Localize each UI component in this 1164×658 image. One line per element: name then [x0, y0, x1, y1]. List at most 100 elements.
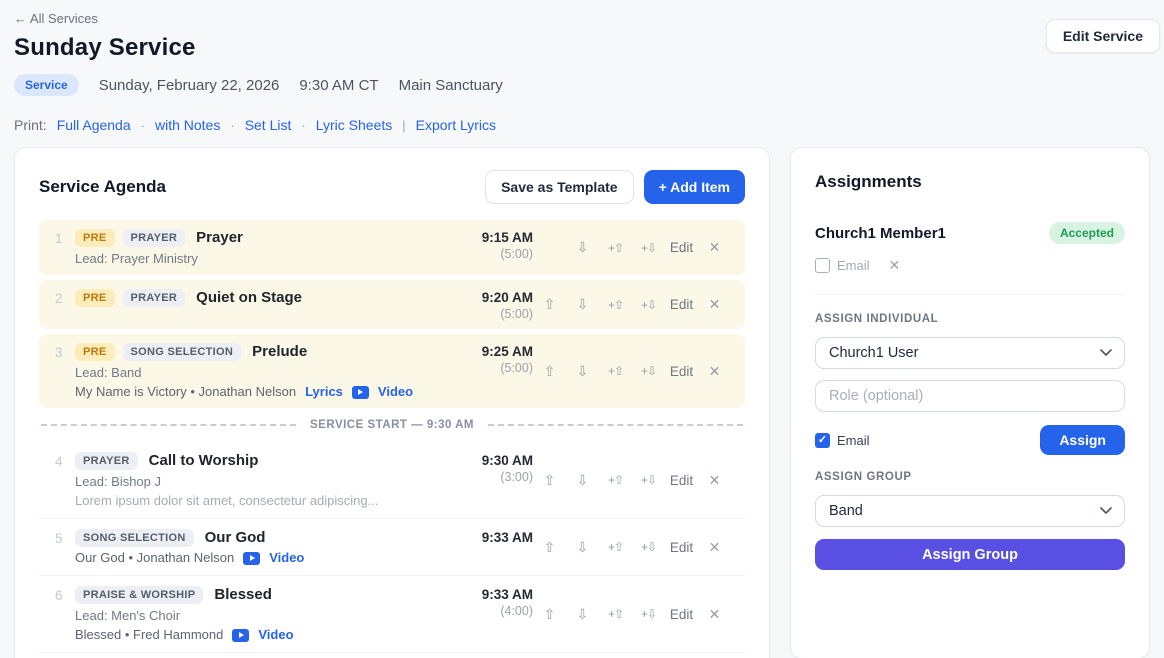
- video-link[interactable]: Video: [258, 627, 293, 643]
- remove-item-button[interactable]: ✕: [698, 363, 731, 380]
- print-label: Print:: [14, 117, 47, 133]
- save-as-template-button[interactable]: Save as Template: [485, 170, 633, 204]
- item-duration: (3:00): [459, 470, 533, 484]
- email-checkbox-row[interactable]: ✓ Email: [815, 433, 870, 448]
- move-down-button[interactable]: ⇩: [566, 239, 599, 256]
- member-email-checkbox[interactable]: [815, 258, 830, 273]
- move-down-button[interactable]: ⇩: [566, 472, 599, 489]
- item-lead: Lead: Bishop J: [75, 474, 459, 490]
- move-down-button[interactable]: ⇩: [566, 296, 599, 313]
- edit-item-button[interactable]: Edit: [665, 297, 698, 312]
- item-number: 6: [49, 585, 75, 643]
- edit-item-button[interactable]: Edit: [665, 540, 698, 555]
- agenda-item-call-to-worship: 4 PRAYER Call to Worship Lead: Bishop J …: [39, 442, 745, 518]
- add-below-button[interactable]: +⇩: [632, 607, 665, 621]
- add-item-button[interactable]: + Add Item: [644, 170, 745, 204]
- item-time: 9:15 AM: [459, 230, 533, 245]
- add-above-button[interactable]: +⇧: [599, 364, 632, 378]
- page-title: Sunday Service: [14, 34, 1150, 62]
- assignment-member-row: Church1 Member1 Accepted: [815, 222, 1125, 244]
- item-number: 3: [49, 342, 75, 400]
- category-badge: SONG SELECTION: [123, 343, 242, 361]
- item-number: 5: [49, 528, 75, 566]
- add-below-button[interactable]: +⇩: [632, 298, 665, 312]
- service-start-divider: SERVICE START — 9:30 AM: [41, 418, 743, 432]
- remove-item-button[interactable]: ✕: [698, 239, 731, 256]
- pre-badge: PRE: [75, 289, 115, 307]
- service-location: Main Sanctuary: [399, 77, 503, 94]
- move-up-button[interactable]: ⇧: [533, 296, 566, 313]
- pipe-separator: |: [402, 118, 405, 133]
- print-with-notes-link[interactable]: with Notes: [155, 117, 220, 133]
- move-up-button[interactable]: ⇧: [533, 363, 566, 380]
- item-title: Our God: [205, 529, 266, 546]
- item-time: 9:33 AM: [459, 587, 533, 602]
- item-duration: (4:00): [459, 604, 533, 618]
- item-duration: (5:00): [459, 307, 533, 321]
- edit-item-button[interactable]: Edit: [665, 240, 698, 255]
- item-number: 2: [49, 288, 75, 321]
- item-title: Prelude: [252, 343, 307, 360]
- add-below-button[interactable]: +⇩: [632, 241, 665, 255]
- print-lyric-sheets-link[interactable]: Lyric Sheets: [316, 117, 393, 133]
- edit-item-button[interactable]: Edit: [665, 473, 698, 488]
- move-up-button[interactable]: ⇧: [533, 539, 566, 556]
- lyrics-link[interactable]: Lyrics: [305, 384, 343, 400]
- group-select[interactable]: Band: [815, 495, 1125, 527]
- pre-badge: PRE: [75, 229, 115, 247]
- agenda-item-prelude: 3 PRE SONG SELECTION Prelude Lead: Band …: [39, 334, 745, 408]
- group-select-value: Band: [829, 503, 863, 519]
- remove-item-button[interactable]: ✕: [698, 472, 731, 489]
- add-above-button[interactable]: +⇧: [599, 298, 632, 312]
- email-checkbox[interactable]: ✓: [815, 433, 830, 448]
- dot-separator: ·: [301, 118, 305, 133]
- edit-item-button[interactable]: Edit: [665, 364, 698, 379]
- add-above-button[interactable]: +⇧: [599, 241, 632, 255]
- assign-individual-label: ASSIGN INDIVIDUAL: [815, 313, 1125, 325]
- move-down-button[interactable]: ⇩: [566, 363, 599, 380]
- video-link[interactable]: Video: [269, 550, 304, 566]
- service-agenda-card: Service Agenda Save as Template + Add It…: [14, 147, 770, 658]
- assign-button[interactable]: Assign: [1040, 425, 1125, 455]
- item-lead: Lead: Band: [75, 365, 459, 381]
- remove-item-button[interactable]: ✕: [698, 296, 731, 313]
- play-icon: [352, 386, 369, 399]
- add-below-button[interactable]: +⇩: [632, 540, 665, 554]
- print-set-list-link[interactable]: Set List: [245, 117, 292, 133]
- back-link[interactable]: ← All Services: [14, 11, 1150, 26]
- add-below-button[interactable]: +⇩: [632, 473, 665, 487]
- move-up-button[interactable]: ⇧: [533, 472, 566, 489]
- export-lyrics-link[interactable]: Export Lyrics: [416, 117, 496, 133]
- email-label: Email: [837, 433, 870, 448]
- service-date: Sunday, February 22, 2026: [99, 77, 280, 94]
- individual-select-value: Church1 User: [829, 345, 918, 361]
- move-down-button[interactable]: ⇩: [566, 539, 599, 556]
- add-above-button[interactable]: +⇧: [599, 540, 632, 554]
- edit-service-button[interactable]: Edit Service: [1046, 19, 1160, 53]
- divider-dash: [41, 424, 296, 426]
- remove-assignment-button[interactable]: ✕: [889, 257, 901, 274]
- add-below-button[interactable]: +⇩: [632, 364, 665, 378]
- assign-group-button[interactable]: Assign Group: [815, 539, 1125, 570]
- category-badge: PRAISE & WORSHIP: [75, 586, 203, 604]
- member-email-label: Email: [837, 258, 870, 273]
- move-up-button[interactable]: ⇧: [533, 606, 566, 623]
- individual-select[interactable]: Church1 User: [815, 337, 1125, 369]
- agenda-item-quiet-on-stage: 2 PRE PRAYER Quiet on Stage 9:20 AM (5:0…: [39, 280, 745, 329]
- agenda-item-our-god: 5 SONG SELECTION Our God Our God • Jonat…: [39, 518, 745, 575]
- service-meta: Service Sunday, February 22, 2026 9:30 A…: [14, 74, 1150, 96]
- add-above-button[interactable]: +⇧: [599, 607, 632, 621]
- add-above-button[interactable]: +⇧: [599, 473, 632, 487]
- video-link[interactable]: Video: [378, 384, 413, 400]
- move-down-button[interactable]: ⇩: [566, 606, 599, 623]
- back-link-label: All Services: [30, 11, 98, 26]
- item-time: 9:25 AM: [459, 344, 533, 359]
- agenda-item-prayer: 1 PRE PRAYER Prayer Lead: Prayer Ministr…: [39, 220, 745, 275]
- remove-item-button[interactable]: ✕: [698, 539, 731, 556]
- print-full-agenda-link[interactable]: Full Agenda: [57, 117, 131, 133]
- item-duration: (5:00): [459, 247, 533, 261]
- remove-item-button[interactable]: ✕: [698, 606, 731, 623]
- assignments-title: Assignments: [815, 172, 1125, 192]
- edit-item-button[interactable]: Edit: [665, 607, 698, 622]
- role-input[interactable]: [815, 380, 1125, 412]
